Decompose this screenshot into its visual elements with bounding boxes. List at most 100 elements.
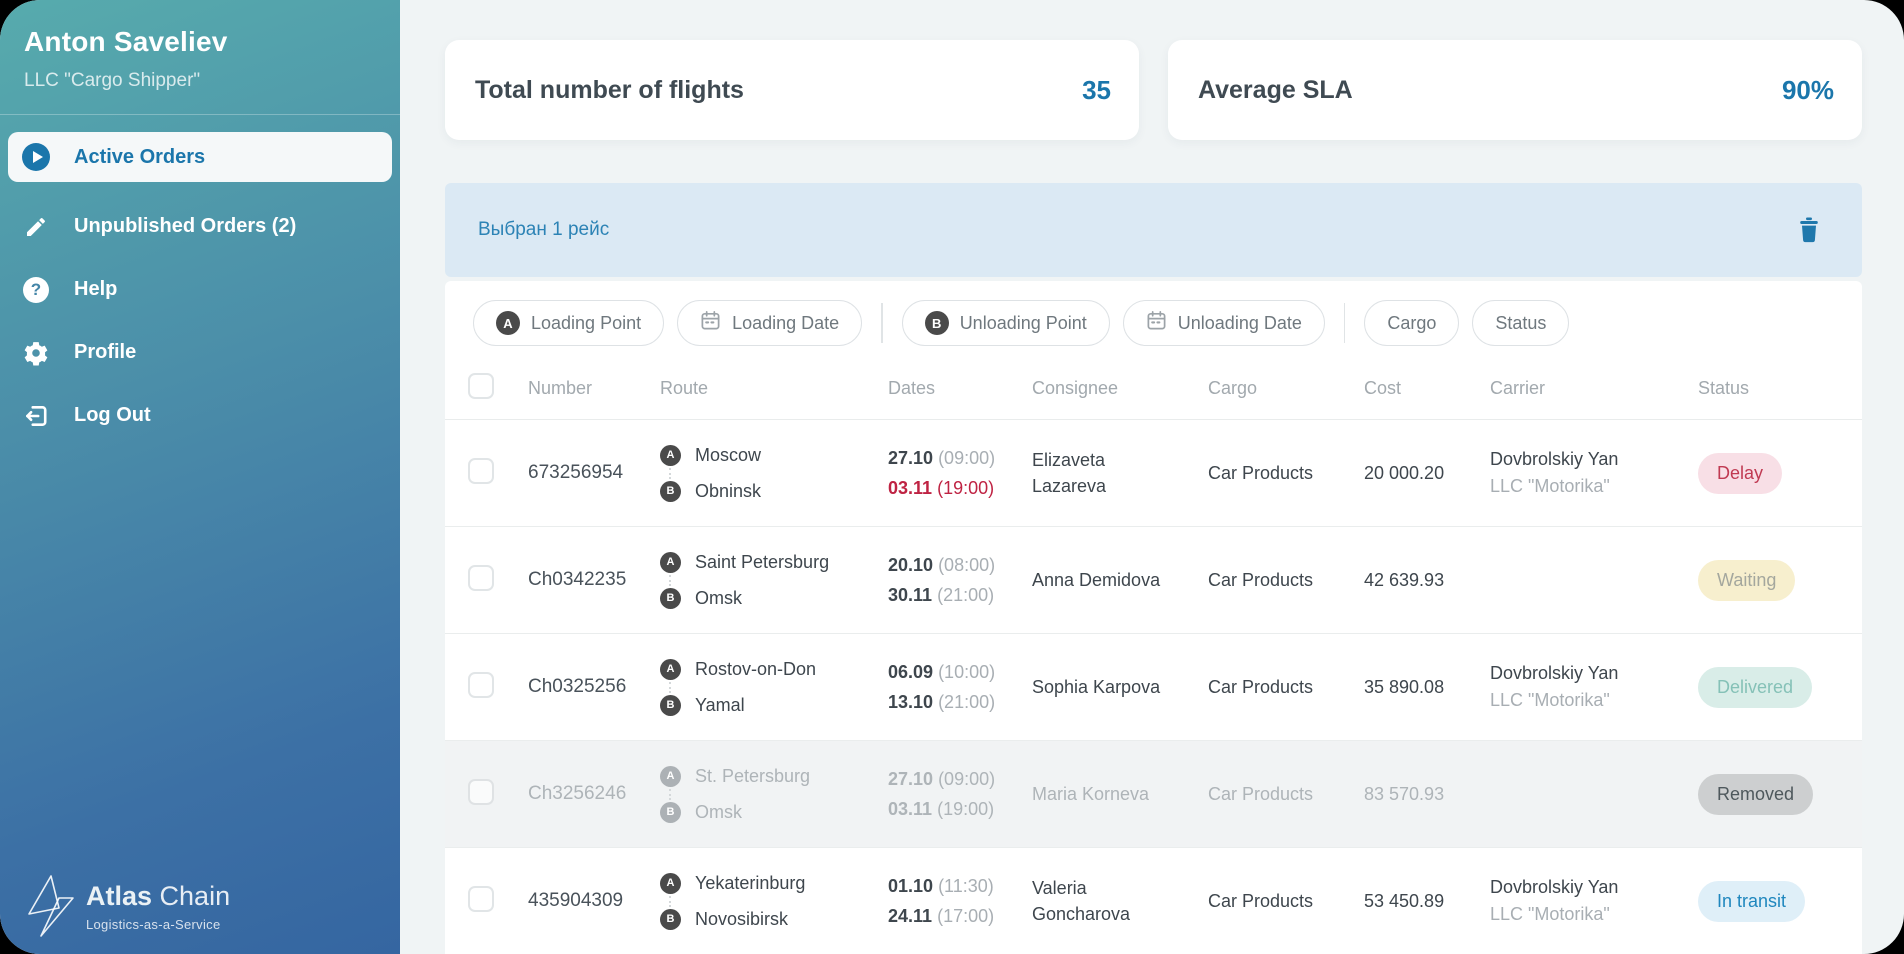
consignee: Sophia Karpova bbox=[1032, 677, 1161, 697]
unloading-date: 03.11 bbox=[888, 478, 933, 498]
order-number: 673256954 bbox=[528, 462, 624, 483]
sidebar-item-label: Help bbox=[74, 278, 118, 300]
sidebar-divider bbox=[0, 114, 400, 115]
loading-date: 20.10 bbox=[888, 555, 934, 575]
consignee: Anna Demidova bbox=[1032, 570, 1161, 590]
unloading-time: (17:00) bbox=[937, 906, 995, 926]
point-a-icon: A bbox=[660, 551, 681, 573]
user-block: Anton Saveliev LLC "Cargo Shipper" bbox=[0, 0, 400, 92]
carrier-name: Dovbrolskiy Yan bbox=[1490, 449, 1619, 469]
stat-value: 90% bbox=[1781, 74, 1834, 105]
stat-label: Average SLA bbox=[1198, 75, 1353, 104]
route-to: Yamal bbox=[695, 694, 745, 715]
carrier-cell: Dovbrolskiy Yan LLC "Motorika" bbox=[1490, 874, 1698, 928]
dates-cell: 27.10 (09:00) 03.11 (19:00) bbox=[888, 764, 1032, 824]
route-to: Omsk bbox=[695, 587, 742, 608]
filter-label: Loading Date bbox=[732, 312, 840, 333]
filter-unloading-point[interactable]: B Unloading Point bbox=[901, 300, 1110, 346]
route-connector bbox=[669, 467, 671, 479]
delete-selected-button[interactable] bbox=[1796, 216, 1822, 244]
column-header-dates: Dates bbox=[888, 378, 936, 398]
filter-loading-point[interactable]: A Loading Point bbox=[473, 300, 665, 346]
point-a-icon: A bbox=[660, 765, 681, 787]
consignee: Valeria Goncharova bbox=[1032, 878, 1131, 924]
point-b-icon: B bbox=[660, 801, 681, 823]
status-badge: Removed bbox=[1698, 773, 1814, 815]
route-connector bbox=[669, 574, 671, 586]
sidebar-item-profile[interactable]: Profile bbox=[0, 321, 400, 384]
row-checkbox[interactable] bbox=[468, 778, 494, 805]
sidebar: Anton Saveliev LLC "Cargo Shipper" Activ… bbox=[0, 0, 400, 954]
point-a-icon: A bbox=[496, 311, 520, 335]
order-number: Ch0325256 bbox=[528, 676, 627, 697]
filter-divider bbox=[881, 303, 883, 343]
column-header-carrier: Carrier bbox=[1490, 378, 1546, 398]
filter-unloading-date[interactable]: Unloading Date bbox=[1122, 300, 1325, 346]
sidebar-item-active-orders[interactable]: Active Orders bbox=[8, 132, 392, 182]
filter-loading-date[interactable]: Loading Date bbox=[677, 300, 863, 346]
main-content: Total number of flights 35 Average SLA 9… bbox=[400, 0, 1904, 954]
carrier-name: Dovbrolskiy Yan bbox=[1490, 663, 1619, 683]
column-header-consignee: Consignee bbox=[1032, 378, 1119, 398]
loading-time: (08:00) bbox=[938, 555, 996, 575]
cargo: Car Products bbox=[1208, 890, 1314, 911]
column-header-cost: Cost bbox=[1364, 378, 1402, 398]
dates-cell: 06.09 (10:00) 13.10 (21:00) bbox=[888, 657, 1032, 717]
filter-bar: A Loading Point Loading Date B Unloading… bbox=[445, 281, 1862, 346]
sidebar-item-log-out[interactable]: Log Out bbox=[0, 384, 400, 447]
route-cell: A St. Petersburg B Omsk bbox=[660, 765, 888, 823]
loading-time: (11:30) bbox=[938, 876, 994, 896]
row-checkbox[interactable] bbox=[468, 457, 494, 484]
table-header: Number Route Dates Consignee Cargo Cost … bbox=[445, 358, 1862, 420]
row-checkbox[interactable] bbox=[468, 671, 494, 698]
select-all-checkbox[interactable] bbox=[468, 373, 494, 399]
consignee: Elizaveta Lazareva bbox=[1032, 450, 1107, 496]
carrier-cell: Dovbrolskiy Yan LLC "Motorika" bbox=[1490, 660, 1698, 714]
loading-date: 27.10 bbox=[888, 769, 934, 789]
dates-cell: 27.10 (09:00) 03.11 (19:00) bbox=[888, 443, 1032, 503]
table-row[interactable]: Ch3256246 A St. Petersburg B Omsk 27.10 (0… bbox=[445, 741, 1862, 848]
cost: 53 450.89 bbox=[1364, 890, 1445, 911]
status-badge: Delivered bbox=[1698, 666, 1813, 708]
filter-label: Status bbox=[1495, 312, 1547, 333]
sidebar-item-help[interactable]: ? Help bbox=[0, 258, 400, 321]
point-b-icon: B bbox=[660, 480, 681, 502]
cargo: Car Products bbox=[1208, 462, 1314, 483]
carrier-company: LLC "Motorika" bbox=[1490, 690, 1610, 710]
brand-name-primary: Atlas bbox=[86, 880, 153, 911]
sidebar-item-unpublished-orders[interactable]: Unpublished Orders (2) bbox=[0, 195, 400, 258]
table-row[interactable]: 673256954 A Moscow B Obninsk 27.10 (09:00)… bbox=[445, 420, 1862, 527]
filter-cargo[interactable]: Cargo bbox=[1364, 300, 1460, 346]
filter-label: Loading Point bbox=[531, 312, 642, 333]
unloading-time: (19:00) bbox=[937, 799, 995, 819]
unloading-time: (21:00) bbox=[938, 692, 996, 712]
column-header-cargo: Cargo bbox=[1208, 378, 1258, 398]
carrier-name: Dovbrolskiy Yan bbox=[1490, 877, 1619, 897]
order-number: Ch0342235 bbox=[528, 569, 627, 590]
point-b-icon: B bbox=[660, 587, 681, 609]
row-checkbox[interactable] bbox=[468, 564, 494, 591]
user-name: Anton Saveliev bbox=[24, 26, 228, 57]
selection-count-label: Выбран 1 рейс bbox=[478, 219, 610, 240]
table-row[interactable]: Ch0325256 A Rostov-on-Don B Yamal 06.09 (1… bbox=[445, 634, 1862, 741]
stat-card-total-flights: Total number of flights 35 bbox=[445, 40, 1139, 140]
point-b-icon: B bbox=[660, 908, 681, 930]
cost: 20 000.20 bbox=[1364, 462, 1445, 483]
route-cell: A Yekaterinburg B Novosibirsk bbox=[660, 872, 888, 930]
table-row[interactable]: 435904309 A Yekaterinburg B Novosibirsk 01… bbox=[445, 848, 1862, 954]
row-checkbox[interactable] bbox=[468, 885, 494, 912]
filter-status[interactable]: Status bbox=[1472, 300, 1570, 346]
app-window: Anton Saveliev LLC "Cargo Shipper" Activ… bbox=[0, 0, 1904, 954]
unloading-date: 03.11 bbox=[888, 799, 933, 819]
dates-cell: 20.10 (08:00) 30.11 (21:00) bbox=[888, 550, 1032, 610]
dates-cell: 01.10 (11:30) 24.11 (17:00) bbox=[888, 871, 1032, 931]
sidebar-item-label: Unpublished Orders (2) bbox=[74, 215, 297, 237]
table-row[interactable]: Ch0342235 A Saint Petersburg B Omsk 20.10 … bbox=[445, 527, 1862, 634]
loading-time: (10:00) bbox=[938, 662, 996, 682]
play-icon bbox=[22, 143, 50, 171]
route-to: Novosibirsk bbox=[695, 908, 789, 929]
status-badge: Waiting bbox=[1698, 559, 1796, 601]
point-a-icon: A bbox=[660, 444, 681, 466]
status-badge: Delay bbox=[1698, 452, 1783, 494]
column-header-number: Number bbox=[528, 378, 593, 398]
